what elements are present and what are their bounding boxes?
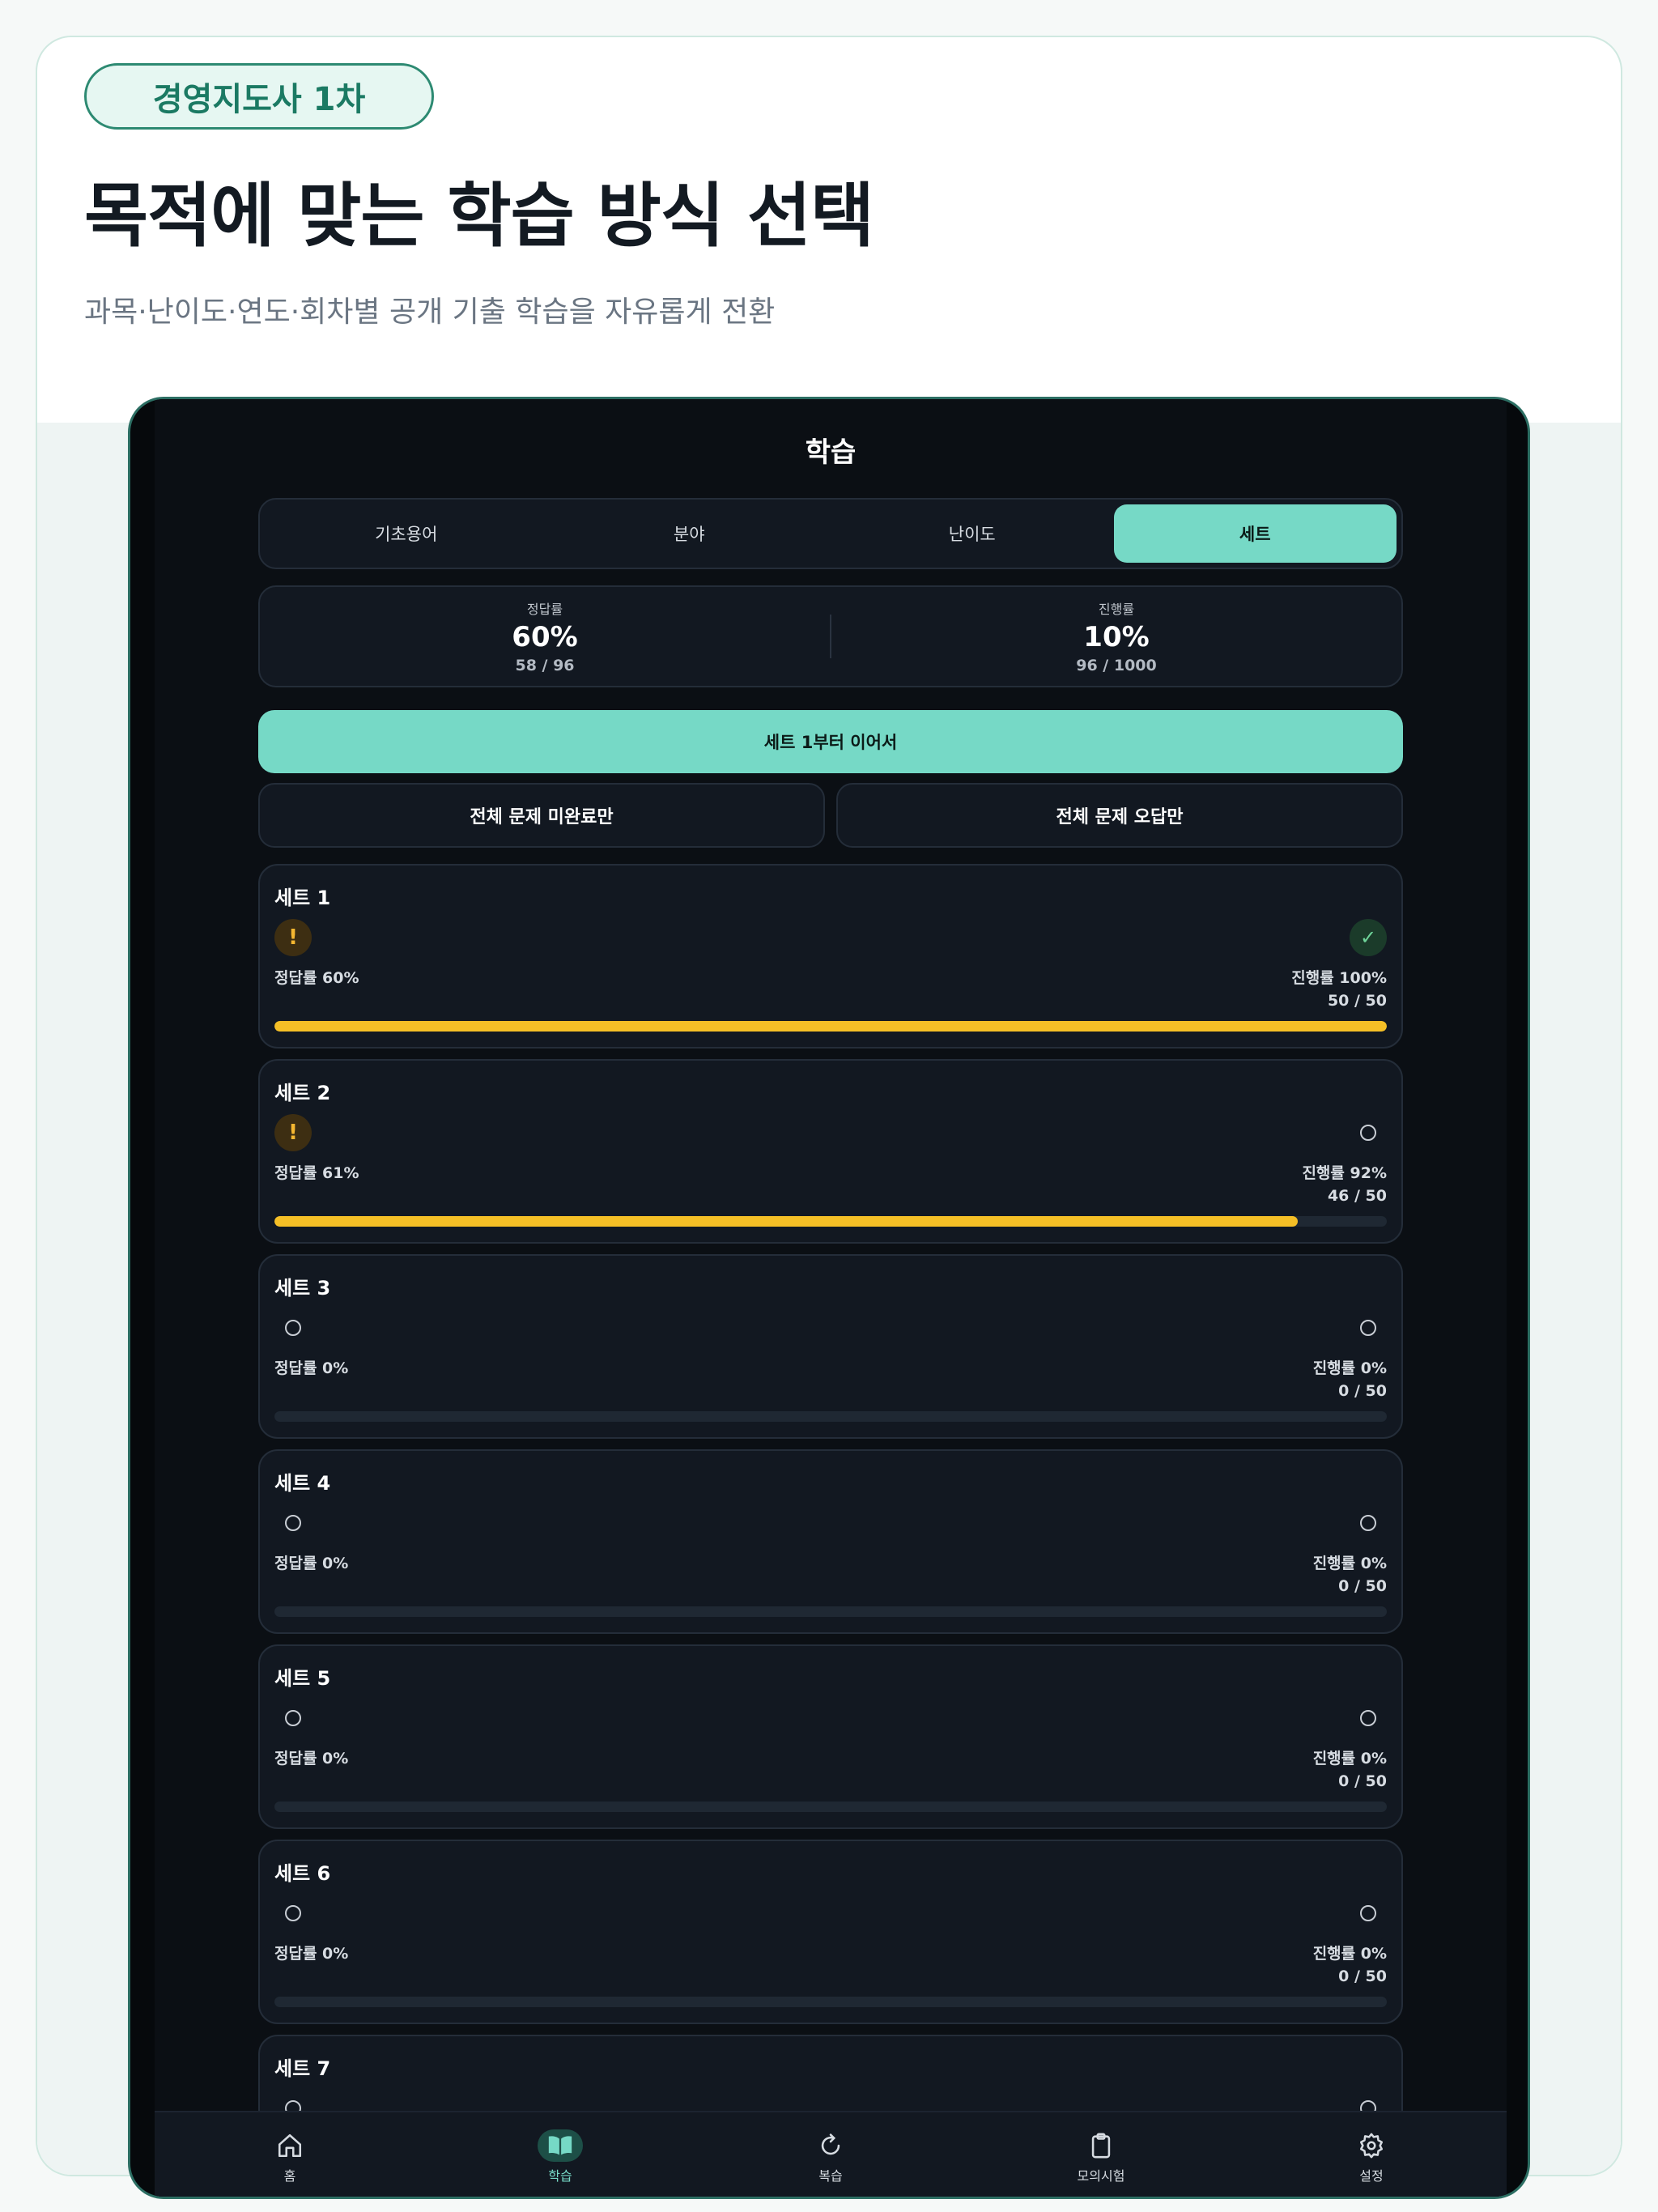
tab-home-label: 홈 [283, 2168, 296, 2184]
set-progress: 진행률 100% [1291, 969, 1387, 987]
tablet-frame: 학습 기초용어 분야 난이도 세트 정답률 60% 58 / 96 진행률 10… [128, 397, 1530, 2199]
tab-bar: 홈 학습 복습 모의시험 설정 [155, 2111, 1507, 2197]
empty-circle-icon [1350, 1504, 1387, 1542]
tab-home[interactable]: 홈 [155, 2112, 425, 2197]
tab-mock-exam-label: 모의시험 [1077, 2168, 1125, 2184]
home-icon [267, 2129, 312, 2162]
set-accuracy: 정답률 60% [274, 969, 359, 987]
empty-circle-icon [1350, 1895, 1387, 1932]
set-progress-bar [274, 1802, 1387, 1812]
continue-button[interactable]: 세트 1부터 이어서 [258, 710, 1403, 773]
set-name: 세트 2 [274, 1082, 331, 1104]
set-card[interactable]: 세트 4 정답률 0% 진행률 0% 0 / 50 [258, 1449, 1403, 1634]
empty-circle-icon [274, 1309, 312, 1346]
progress-label: 진행률 [1098, 602, 1135, 617]
segment-basic-terms[interactable]: 기초용어 [265, 504, 548, 563]
tab-settings-label: 설정 [1359, 2168, 1384, 2184]
set-count: 0 / 50 [1338, 1772, 1387, 1790]
warning-icon: ! [274, 1114, 312, 1151]
set-progress-fill [274, 1216, 1299, 1227]
set-accuracy: 정답률 0% [274, 1359, 349, 1377]
set-progress-bar [274, 1021, 1387, 1032]
progress-value: 10% [1083, 621, 1150, 653]
book-icon [538, 2129, 583, 2162]
set-progress: 진행률 92% [1302, 1164, 1387, 1182]
set-progress: 진행률 0% [1312, 1359, 1387, 1377]
set-progress-fill [274, 1021, 1387, 1032]
headline: 목적에 맞는 학습 방식 선택 [84, 176, 874, 257]
set-progress-bar [274, 1411, 1387, 1422]
set-count: 0 / 50 [1338, 1382, 1387, 1400]
segment-field[interactable]: 분야 [548, 504, 831, 563]
set-progress-bar [274, 1997, 1387, 2007]
set-name: 세트 1 [274, 887, 331, 909]
empty-circle-icon [1350, 1699, 1387, 1737]
tab-settings[interactable]: 설정 [1236, 2112, 1507, 2197]
accuracy-value: 60% [512, 621, 578, 653]
clipboard-icon [1078, 2129, 1124, 2162]
incomplete-only-button[interactable]: 전체 문제 미완료만 [258, 783, 825, 848]
set-progress-bar [274, 1606, 1387, 1617]
segment-set[interactable]: 세트 [1113, 504, 1397, 563]
accuracy-stat: 정답률 60% 58 / 96 [260, 587, 830, 686]
accuracy-sub: 58 / 96 [515, 657, 575, 674]
subline: 과목·난이도·연도·회차별 공개 기출 학습을 자유롭게 전환 [84, 296, 776, 329]
set-name: 세트 4 [274, 1472, 331, 1495]
empty-circle-icon [274, 1895, 312, 1932]
set-name: 세트 7 [274, 2057, 331, 2080]
set-list: 세트 1! ✓ 정답률 60% 진행률 100% 50 / 50 세트 2! 정답률 61%… [258, 864, 1403, 2197]
empty-circle-icon [1350, 1114, 1387, 1151]
set-accuracy: 정답률 0% [274, 1555, 349, 1572]
set-count: 46 / 50 [1327, 1187, 1387, 1205]
set-count: 0 / 50 [1338, 1577, 1387, 1595]
stats-panel: 정답률 60% 58 / 96 진행률 10% 96 / 1000 [258, 585, 1403, 687]
set-accuracy: 정답률 61% [274, 1164, 359, 1182]
progress-sub: 96 / 1000 [1076, 657, 1157, 674]
wrong-only-button[interactable]: 전체 문제 오답만 [836, 783, 1403, 848]
set-card[interactable]: 세트 3 정답률 0% 진행률 0% 0 / 50 [258, 1254, 1403, 1439]
set-accuracy: 정답률 0% [274, 1750, 349, 1767]
tab-review[interactable]: 복습 [695, 2112, 966, 2197]
empty-circle-icon [274, 1504, 312, 1542]
set-progress: 진행률 0% [1312, 1750, 1387, 1767]
check-icon: ✓ [1350, 919, 1387, 956]
set-name: 세트 5 [274, 1667, 331, 1690]
screen-title: 학습 [805, 436, 857, 469]
set-progress: 진행률 0% [1312, 1555, 1387, 1572]
progress-stat: 진행률 10% 96 / 1000 [831, 587, 1401, 686]
set-card[interactable]: 세트 5 정답률 0% 진행률 0% 0 / 50 [258, 1644, 1403, 1829]
segment-control: 기초용어 분야 난이도 세트 [258, 498, 1403, 569]
set-name: 세트 6 [274, 1862, 331, 1885]
tab-review-label: 복습 [818, 2168, 843, 2184]
set-name: 세트 3 [274, 1277, 331, 1300]
gear-icon [1349, 2129, 1394, 2162]
set-card[interactable]: 세트 1! ✓ 정답률 60% 진행률 100% 50 / 50 [258, 864, 1403, 1049]
set-progress-bar [274, 1216, 1387, 1227]
tab-mock-exam[interactable]: 모의시험 [966, 2112, 1236, 2197]
set-progress: 진행률 0% [1312, 1945, 1387, 1963]
set-accuracy: 정답률 0% [274, 1945, 349, 1963]
refresh-icon [808, 2129, 853, 2162]
warning-icon: ! [274, 919, 312, 956]
set-card[interactable]: 세트 2! 정답률 61% 진행률 92% 46 / 50 [258, 1059, 1403, 1244]
app-screen: 학습 기초용어 분야 난이도 세트 정답률 60% 58 / 96 진행률 10… [155, 399, 1507, 2197]
set-card[interactable]: 세트 6 정답률 0% 진행률 0% 0 / 50 [258, 1840, 1403, 2024]
segment-difficulty[interactable]: 난이도 [831, 504, 1114, 563]
empty-circle-icon [274, 1699, 312, 1737]
set-count: 50 / 50 [1327, 992, 1387, 1010]
empty-circle-icon [1350, 1309, 1387, 1346]
tab-study-label: 학습 [548, 2168, 572, 2184]
set-count: 0 / 50 [1338, 1967, 1387, 1985]
accuracy-label: 정답률 [526, 602, 563, 617]
exam-badge: 경영지도사 1차 [84, 63, 434, 130]
tab-study[interactable]: 학습 [425, 2112, 695, 2197]
